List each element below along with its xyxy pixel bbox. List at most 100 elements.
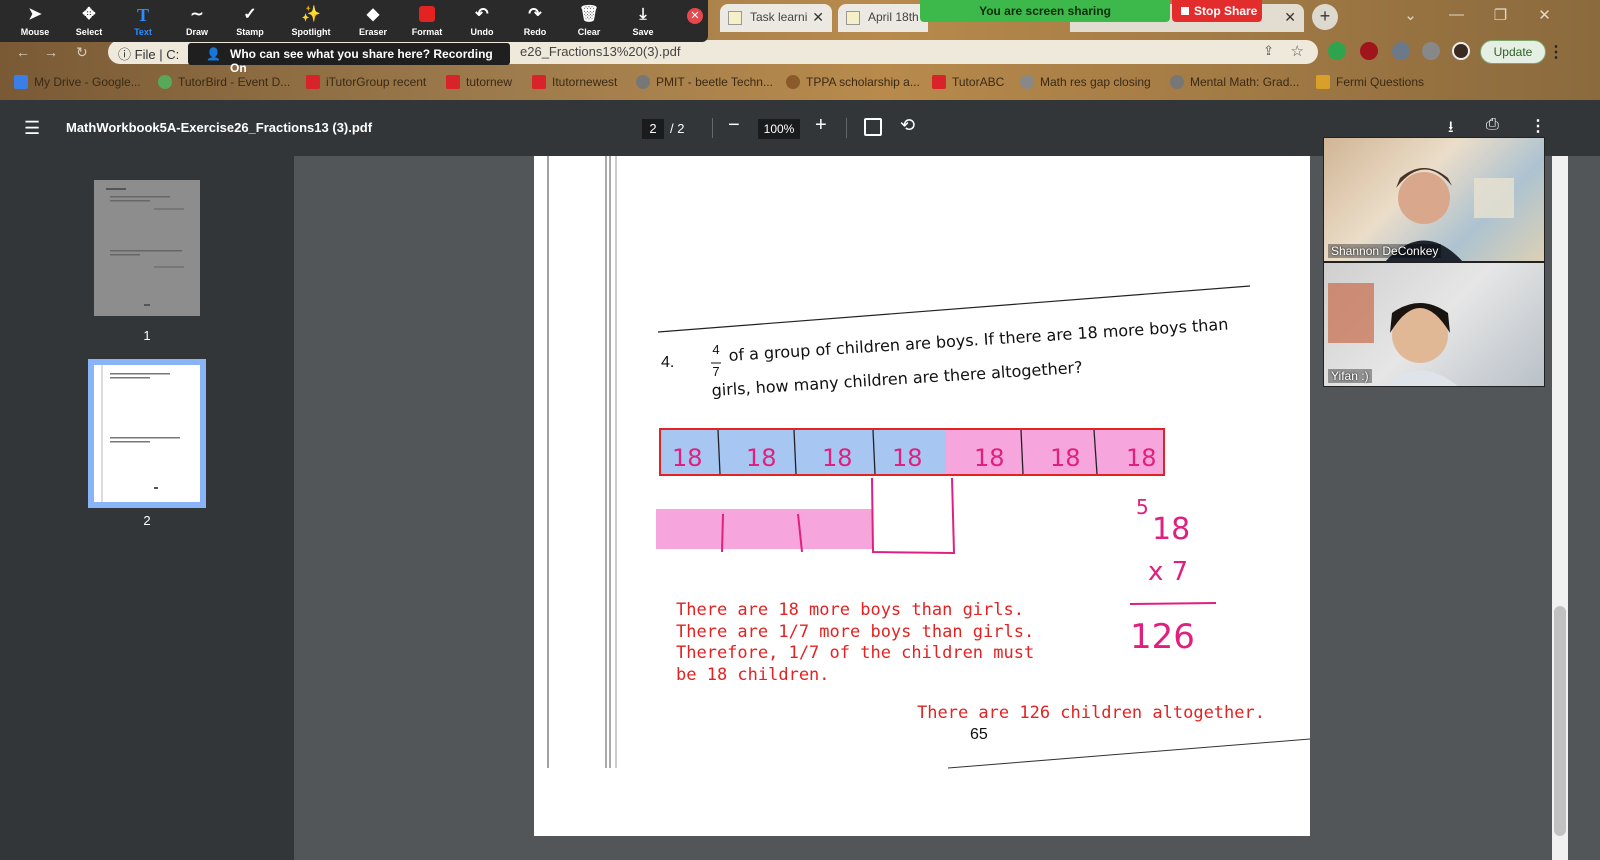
- bar-unit-label: 18: [672, 444, 703, 472]
- tool-draw[interactable]: ∼ Draw: [170, 4, 224, 37]
- tool-mouse[interactable]: ➤ Mouse: [8, 4, 62, 37]
- zoom-input[interactable]: 100%: [758, 119, 800, 139]
- bookmark-item[interactable]: My Drive - Google...: [14, 75, 141, 89]
- page-thumbnail-1[interactable]: [94, 180, 200, 316]
- zoom-in-icon[interactable]: +: [815, 114, 827, 137]
- bar-unit-label: 18: [892, 444, 923, 472]
- screen-sharing-label: You are screen sharing: [979, 4, 1111, 18]
- tutorbird-icon: [158, 75, 172, 89]
- close-annotation-icon[interactable]: ✕: [687, 8, 703, 24]
- bookmark-item[interactable]: TutorBird - Event D...: [158, 75, 290, 89]
- pdf-page: 18 18 18 18 18 18 18 5 18 x 7 126 4. 4 7 of a …: [534, 156, 1310, 836]
- explanation-note: There are 18 more boys than girls. There…: [676, 600, 1035, 685]
- page-thumbnail-2[interactable]: [88, 359, 206, 508]
- itutor-icon: [932, 75, 946, 89]
- tool-eraser[interactable]: ◆ Eraser: [346, 4, 400, 37]
- tool-redo[interactable]: ↷ Redo: [508, 4, 562, 37]
- fermi-icon: [1316, 75, 1330, 89]
- scroll-thumb[interactable]: [1554, 606, 1566, 836]
- recording-tooltip[interactable]: 👤 Who can see what you share here? Recor…: [188, 43, 510, 75]
- bookmark-item[interactable]: Fermi Questions: [1316, 75, 1424, 89]
- bookmark-star-icon[interactable]: ☆: [1291, 42, 1304, 60]
- tool-text[interactable]: T Text: [116, 4, 170, 37]
- zoom-out-icon[interactable]: −: [728, 114, 740, 137]
- page-number-input[interactable]: 2: [642, 119, 664, 139]
- back-icon[interactable]: ←: [16, 44, 30, 60]
- fit-page-icon[interactable]: [864, 118, 882, 136]
- tool-spotlight[interactable]: ✨ Spotlight: [284, 4, 338, 37]
- video-tile[interactable]: Shannon DeConkey: [1323, 137, 1545, 262]
- avatar[interactable]: [1452, 42, 1470, 60]
- tool-stamp[interactable]: ✓ Stamp: [223, 4, 277, 37]
- update-button[interactable]: Update: [1480, 40, 1546, 64]
- tab-title: Task learni: [750, 10, 808, 24]
- thumbnail-content: [106, 188, 184, 306]
- menu-icon[interactable]: ☰: [24, 118, 40, 139]
- drive-icon: [14, 75, 28, 89]
- extension-icon[interactable]: [1328, 42, 1346, 60]
- calc-result: 126: [1130, 617, 1195, 657]
- extension-icon[interactable]: [1422, 42, 1440, 60]
- bookmark-item[interactable]: Itutornewest: [532, 75, 617, 89]
- tool-clear[interactable]: 🗑 Clear: [562, 4, 616, 37]
- forward-icon[interactable]: →: [44, 44, 58, 60]
- tool-select[interactable]: ✥ Select: [62, 4, 116, 37]
- text-icon: T: [136, 5, 149, 25]
- bookmark-item[interactable]: TutorABC: [932, 75, 1004, 89]
- format-icon: [400, 4, 454, 26]
- share-icon[interactable]: ⇪: [1263, 43, 1274, 59]
- draw-icon: ∼: [190, 6, 204, 23]
- browser-menu-icon[interactable]: ⋮: [1548, 42, 1564, 62]
- spotlight-icon: ✨: [301, 6, 321, 23]
- bookmark-item[interactable]: tutornew: [446, 75, 512, 89]
- tool-label: Stamp: [236, 27, 264, 37]
- answer-note: There are 126 children altogether.: [917, 703, 1265, 723]
- annotation-toolbar: ➤ Mouse ✥ Select T Text ∼ Draw ✓ Stamp ✨ Spotl…: [0, 0, 708, 42]
- new-tab-button[interactable]: +: [1312, 4, 1338, 30]
- bookmark-label: TutorBird - Event D...: [178, 75, 291, 89]
- mouse-pointer-icon: ➤: [28, 6, 42, 23]
- tool-label: Clear: [577, 27, 601, 37]
- close-tab-icon[interactable]: ✕: [1284, 9, 1296, 26]
- thumbnail-content: [94, 365, 200, 502]
- tool-format[interactable]: Format: [400, 4, 454, 37]
- bookmark-item[interactable]: iTutorGroup recent: [306, 75, 426, 89]
- close-window-icon[interactable]: ✕: [1522, 0, 1567, 30]
- tool-label: Save: [632, 27, 654, 37]
- extension-icon[interactable]: [1392, 42, 1410, 60]
- bookmark-label: tutornew: [466, 75, 513, 89]
- problem-number: 4.: [661, 354, 675, 371]
- site-info[interactable]: ⓘ File | C:: [118, 44, 179, 63]
- browser-tab[interactable]: Task learni ✕: [720, 4, 832, 32]
- browser-tab[interactable]: April 18th: [838, 4, 928, 32]
- close-tab-icon[interactable]: ✕: [812, 9, 824, 26]
- more-options-icon[interactable]: ⋮: [1530, 116, 1546, 136]
- bookmark-item[interactable]: TPPA scholarship a...: [786, 75, 920, 89]
- eraser-icon: ◆: [366, 6, 380, 23]
- bar-unit-label: 18: [746, 444, 777, 472]
- bookmark-label: PMIT - beetle Techn...: [656, 75, 773, 89]
- reload-icon[interactable]: ↻: [76, 44, 88, 61]
- bookmark-label: Itutornewest: [552, 75, 618, 89]
- tool-undo[interactable]: ↶ Undo: [455, 4, 509, 37]
- omnibox-partial: C:: [166, 47, 180, 62]
- tab-title: April 18th: [868, 10, 919, 24]
- bookmark-item[interactable]: Mental Math: Grad...: [1170, 75, 1299, 89]
- restore-icon[interactable]: ❐: [1478, 0, 1523, 30]
- tool-save[interactable]: ⤓ Save: [616, 4, 670, 37]
- globe-icon: [1020, 75, 1034, 89]
- tab-search-icon[interactable]: ⌄: [1388, 0, 1433, 30]
- minimize-icon[interactable]: —: [1434, 0, 1479, 30]
- print-icon[interactable]: ⎙: [1486, 116, 1499, 134]
- stop-share-button[interactable]: Stop Share: [1172, 0, 1262, 22]
- bookmark-label: Mental Math: Grad...: [1190, 75, 1300, 89]
- bookmark-item[interactable]: PMIT - beetle Techn...: [636, 75, 773, 89]
- rotate-icon[interactable]: ⟲: [900, 115, 915, 136]
- tool-label: Spotlight: [291, 27, 331, 37]
- fraction-numerator: 4: [712, 342, 720, 357]
- ublock-icon[interactable]: [1360, 42, 1378, 60]
- video-tile[interactable]: Yifan :): [1323, 262, 1545, 387]
- bookmark-item[interactable]: Math res gap closing: [1020, 75, 1151, 89]
- update-label: Update: [1493, 45, 1533, 59]
- scrollbar[interactable]: [1552, 156, 1568, 860]
